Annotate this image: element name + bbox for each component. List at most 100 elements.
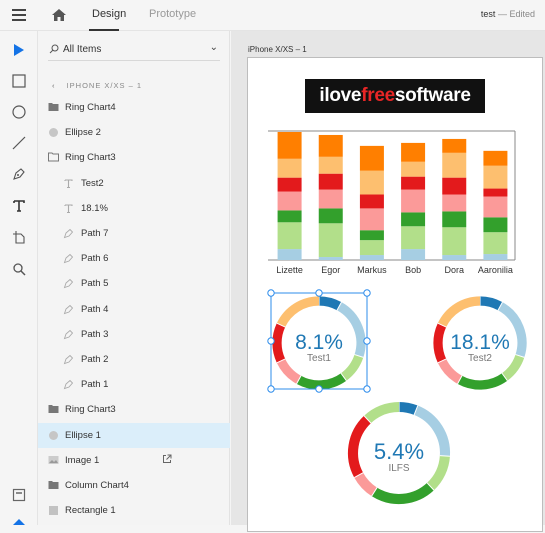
resize-handle[interactable] bbox=[315, 289, 323, 297]
path-icon bbox=[63, 379, 74, 390]
ellipse-icon bbox=[12, 105, 26, 119]
assets-icon bbox=[12, 488, 26, 502]
layer-item[interactable]: Path 1 bbox=[38, 372, 230, 397]
bar-segment bbox=[277, 191, 302, 211]
layer-label: Ellipse 2 bbox=[65, 127, 101, 139]
bar-segment bbox=[318, 173, 343, 190]
layer-item[interactable]: Ellipse 1 bbox=[38, 422, 230, 448]
resize-handle[interactable] bbox=[363, 289, 371, 297]
breadcrumb[interactable]: ‹ IPHONE X/XS – 1 bbox=[52, 81, 142, 90]
text-tool[interactable] bbox=[10, 197, 28, 215]
bar-segment bbox=[359, 255, 384, 260]
resize-handle[interactable] bbox=[363, 337, 371, 345]
layer-item[interactable]: Ring Chart3 bbox=[38, 145, 230, 170]
ring-slice bbox=[318, 296, 342, 311]
artboard-tool[interactable] bbox=[10, 228, 28, 246]
hamburger-menu-icon[interactable] bbox=[12, 9, 26, 21]
ring-slice bbox=[426, 455, 450, 491]
artboard-label[interactable]: iPhone X/XS – 1 bbox=[248, 45, 307, 54]
ring-slice bbox=[364, 401, 400, 424]
pen-tool[interactable] bbox=[10, 165, 28, 183]
layer-item[interactable]: Column Chart4 bbox=[38, 473, 230, 498]
layer-item[interactable]: Path 7 bbox=[38, 221, 230, 246]
layer-item[interactable]: Ring Chart4 bbox=[38, 95, 230, 120]
bar-segment bbox=[277, 249, 302, 260]
layer-item[interactable]: Path 2 bbox=[38, 347, 230, 372]
resize-handle[interactable] bbox=[315, 385, 323, 393]
line-tool[interactable] bbox=[10, 134, 28, 152]
folder-icon bbox=[48, 102, 59, 113]
external-link-icon[interactable] bbox=[162, 454, 172, 467]
ring-slice bbox=[371, 482, 434, 505]
layer-item[interactable]: 18.1% bbox=[38, 196, 230, 221]
resize-handle[interactable] bbox=[363, 385, 371, 393]
tab-design[interactable]: Design bbox=[92, 8, 126, 20]
path-icon bbox=[63, 304, 74, 315]
bar-segment bbox=[277, 177, 302, 192]
ring-separator bbox=[439, 455, 450, 457]
ellipse-tool[interactable] bbox=[10, 103, 28, 121]
bar-segment bbox=[401, 226, 426, 250]
layer-item[interactable]: Image 1 bbox=[38, 448, 230, 473]
artboard-icon bbox=[13, 231, 25, 244]
artboard[interactable]: ilovefreesoftware Lizette Egor Markus Bob Do… bbox=[247, 57, 543, 532]
layer-item[interactable]: Path 6 bbox=[38, 246, 230, 271]
path-icon bbox=[63, 278, 74, 289]
bar-segment bbox=[483, 188, 508, 197]
bar-segment bbox=[359, 170, 384, 195]
canvas[interactable]: iPhone X/XS – 1 ilovefreesoftware Lizett… bbox=[231, 31, 545, 532]
home-icon[interactable] bbox=[51, 7, 67, 23]
layer-label: Path 2 bbox=[81, 354, 109, 365]
bar-segment bbox=[401, 249, 426, 260]
bar-segment bbox=[277, 210, 302, 223]
bar-segment bbox=[359, 240, 384, 256]
breadcrumb-label: IPHONE X/XS – 1 bbox=[66, 81, 143, 90]
bar-segment bbox=[318, 257, 343, 260]
layer-item[interactable]: Rectangle 1 bbox=[38, 498, 230, 523]
ring-slice bbox=[398, 401, 418, 416]
search-icon bbox=[49, 44, 59, 54]
bar-segment bbox=[442, 138, 467, 153]
folder-open-icon bbox=[48, 152, 59, 163]
layer-label: Rectangle 1 bbox=[65, 505, 116, 517]
rectangle-tool[interactable] bbox=[10, 72, 28, 90]
ring-slice bbox=[479, 296, 503, 311]
layer-label: Path 1 bbox=[81, 379, 109, 391]
ring-slice bbox=[276, 296, 320, 328]
layer-label: Path 4 bbox=[81, 303, 109, 315]
layer-label: Ellipse 1 bbox=[65, 429, 101, 441]
layer-item[interactable]: Test2 bbox=[38, 171, 230, 196]
bar-segment bbox=[401, 189, 426, 213]
assets-button[interactable] bbox=[10, 486, 28, 504]
ring-center-label: Test2 bbox=[468, 353, 492, 364]
layer-label: Test2 bbox=[81, 177, 104, 189]
layer-label: Path 6 bbox=[81, 253, 109, 265]
bar-segment bbox=[483, 165, 508, 189]
top-bar: Design Prototype test — Edited bbox=[0, 0, 545, 31]
title-separator: — bbox=[497, 9, 507, 19]
plugins-button[interactable] bbox=[10, 515, 28, 533]
bar-segment bbox=[359, 194, 384, 209]
zoom-tool[interactable] bbox=[10, 260, 28, 278]
select-tool[interactable] bbox=[10, 41, 28, 59]
bar-segment bbox=[277, 222, 302, 250]
layer-item[interactable]: Path 5 bbox=[38, 271, 230, 296]
back-chevron-icon[interactable]: ‹ bbox=[52, 81, 56, 90]
layer-filter-dropdown[interactable]: All Items ⌄ bbox=[48, 39, 220, 61]
tab-prototype[interactable]: Prototype bbox=[149, 8, 196, 20]
layer-item[interactable]: Path 3 bbox=[38, 322, 230, 347]
ring-center-label: ILFS bbox=[388, 463, 409, 474]
folder-icon bbox=[48, 404, 59, 415]
x-tick-label: Bob bbox=[405, 265, 421, 275]
resize-handle[interactable] bbox=[267, 337, 275, 345]
resize-handle[interactable] bbox=[267, 289, 275, 297]
ring-slice bbox=[501, 354, 525, 381]
layer-item[interactable]: Path 4 bbox=[38, 297, 230, 322]
x-tick-label: Egor bbox=[321, 265, 340, 275]
layer-item[interactable]: Ring Chart3 bbox=[38, 397, 230, 422]
resize-handle[interactable] bbox=[267, 385, 275, 393]
folder-icon bbox=[48, 480, 59, 491]
ring-center-value: 18.1% bbox=[450, 331, 510, 354]
x-tick-label: Aaronilia bbox=[478, 265, 513, 275]
layer-item[interactable]: Ellipse 2 bbox=[38, 120, 230, 145]
